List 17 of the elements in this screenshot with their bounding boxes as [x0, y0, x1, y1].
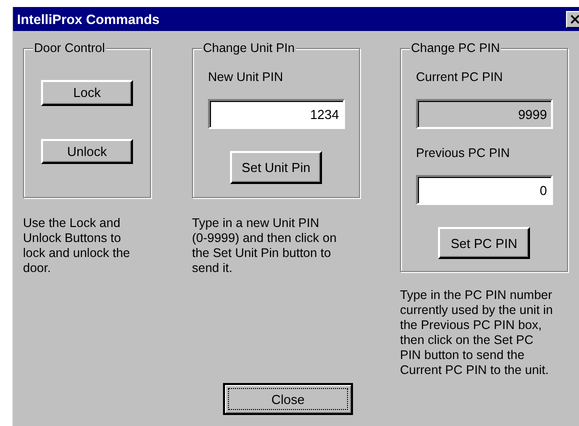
door-button[interactable]: Lock — [41, 80, 133, 106]
close-button[interactable]: × — [566, 10, 579, 28]
help-text: Type in the PC PIN number currently used by the unit in the Previous PC PIN box, then click on the Set PC PIN button to send the Current PC PIN to the unit. — [400, 288, 554, 378]
close-dialog-button[interactable]: Close — [223, 383, 353, 415]
group-title: Change Unit PIn — [202, 40, 296, 56]
help-text: Type in a new Unit PIN (0-9999) and then click on the Set Unit Pin button to send it. — [192, 216, 338, 276]
input-field[interactable]: 0 — [416, 175, 553, 205]
door-button[interactable]: Unlock — [41, 138, 133, 164]
set-unit-pin-button[interactable]: Set Unit Pin — [230, 151, 322, 184]
window-title: IntelliProx Commands — [17, 12, 160, 26]
field-label: Current PC PIN — [416, 69, 503, 85]
group-title: Change PC PIN — [410, 40, 501, 56]
field-label: Previous PC PIN — [416, 145, 510, 161]
help-text: Use the Lock and Unlock Buttons to lock and unlock the door. — [23, 216, 132, 276]
input-field[interactable]: 1234 — [208, 99, 345, 129]
field-label: New Unit PIN — [208, 69, 284, 85]
set-pc-pin-button[interactable]: Set PC PIN — [438, 227, 530, 259]
